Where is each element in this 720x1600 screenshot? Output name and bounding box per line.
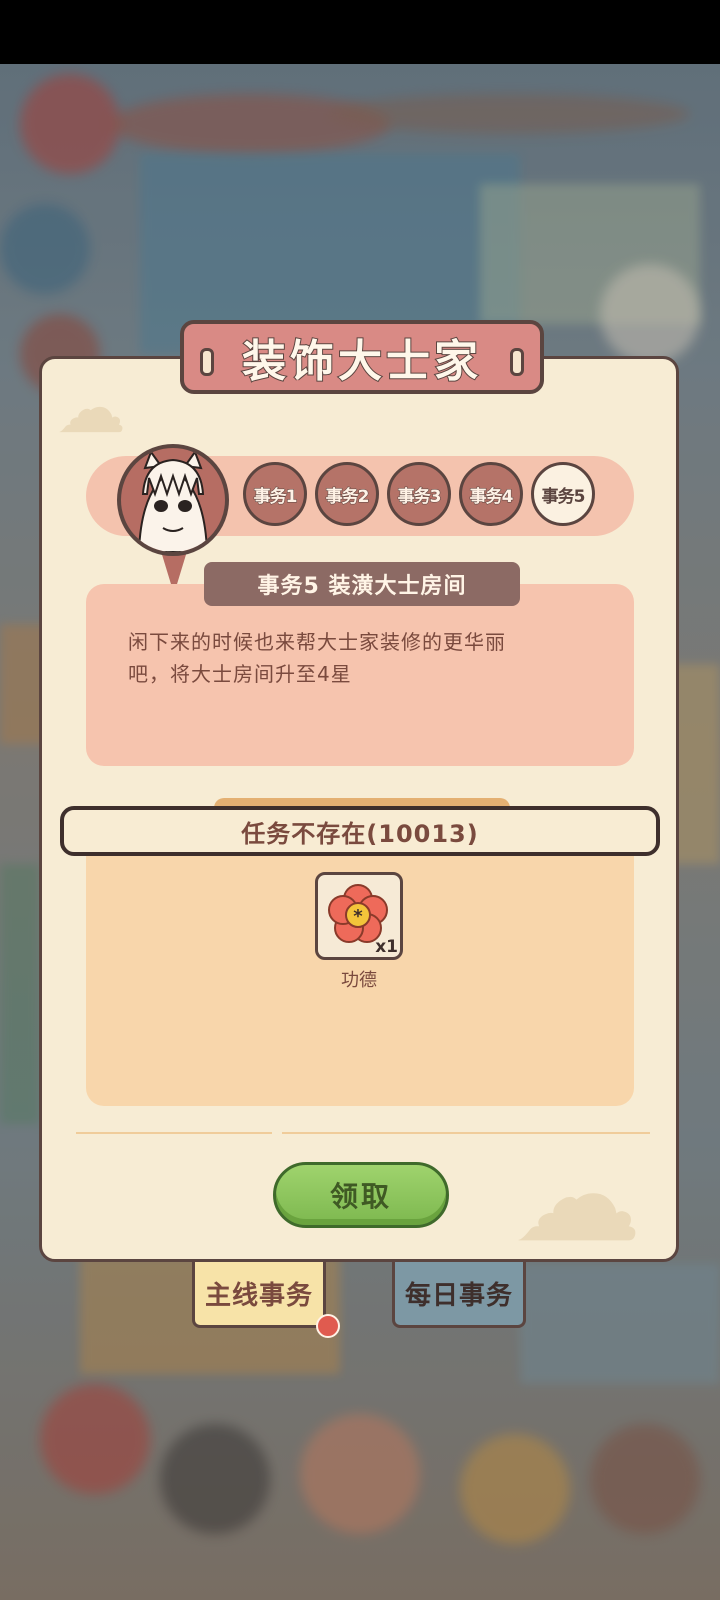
reward-name: 功德 bbox=[341, 970, 377, 991]
task-description-box: 闲下来的时候也来帮大士家装修的更华丽 吧，将大士房间升至4星 bbox=[86, 584, 634, 766]
panel-title-banner: 装饰大士家 bbox=[180, 320, 544, 394]
notification-dot bbox=[316, 1314, 340, 1338]
character-face-icon bbox=[137, 449, 209, 552]
svg-text:*: * bbox=[353, 906, 363, 927]
cloud-decoration-icon: ☁ bbox=[512, 1119, 642, 1271]
reward-box bbox=[86, 820, 634, 1106]
banner-knob-icon bbox=[510, 348, 524, 376]
task-description-line-1: 闲下来的时候也来帮大士家装修的更华丽 bbox=[128, 630, 506, 654]
task-step-3[interactable]: 事务3 bbox=[387, 462, 451, 526]
status-bar bbox=[0, 0, 720, 64]
reward-quantity: x1 bbox=[375, 937, 398, 957]
cloud-decoration-icon: ☁ bbox=[56, 367, 126, 449]
task-title-label: 事务5 装潢大士房间 bbox=[204, 562, 520, 606]
task-step-1[interactable]: 事务1 bbox=[243, 462, 307, 526]
tab-main-quests[interactable]: 主线事务 bbox=[192, 1262, 326, 1328]
task-description-line-2: 吧，将大士房间升至4星 bbox=[128, 662, 352, 686]
task-step-5[interactable]: 事务5 bbox=[531, 462, 595, 526]
task-step-2[interactable]: 事务2 bbox=[315, 462, 379, 526]
reward-item-slot[interactable]: * x1 bbox=[315, 872, 403, 960]
banner-knob-icon bbox=[200, 348, 214, 376]
task-step-4[interactable]: 事务4 bbox=[459, 462, 523, 526]
tab-daily-quests[interactable]: 每日事务 bbox=[392, 1262, 526, 1328]
character-avatar bbox=[117, 444, 229, 556]
claim-button[interactable]: 领取 bbox=[273, 1162, 449, 1228]
divider-left bbox=[76, 1132, 272, 1134]
divider-right bbox=[282, 1132, 650, 1134]
panel-title: 装饰大士家 bbox=[241, 335, 482, 388]
error-toast: 任务不存在(10013) bbox=[60, 806, 660, 856]
